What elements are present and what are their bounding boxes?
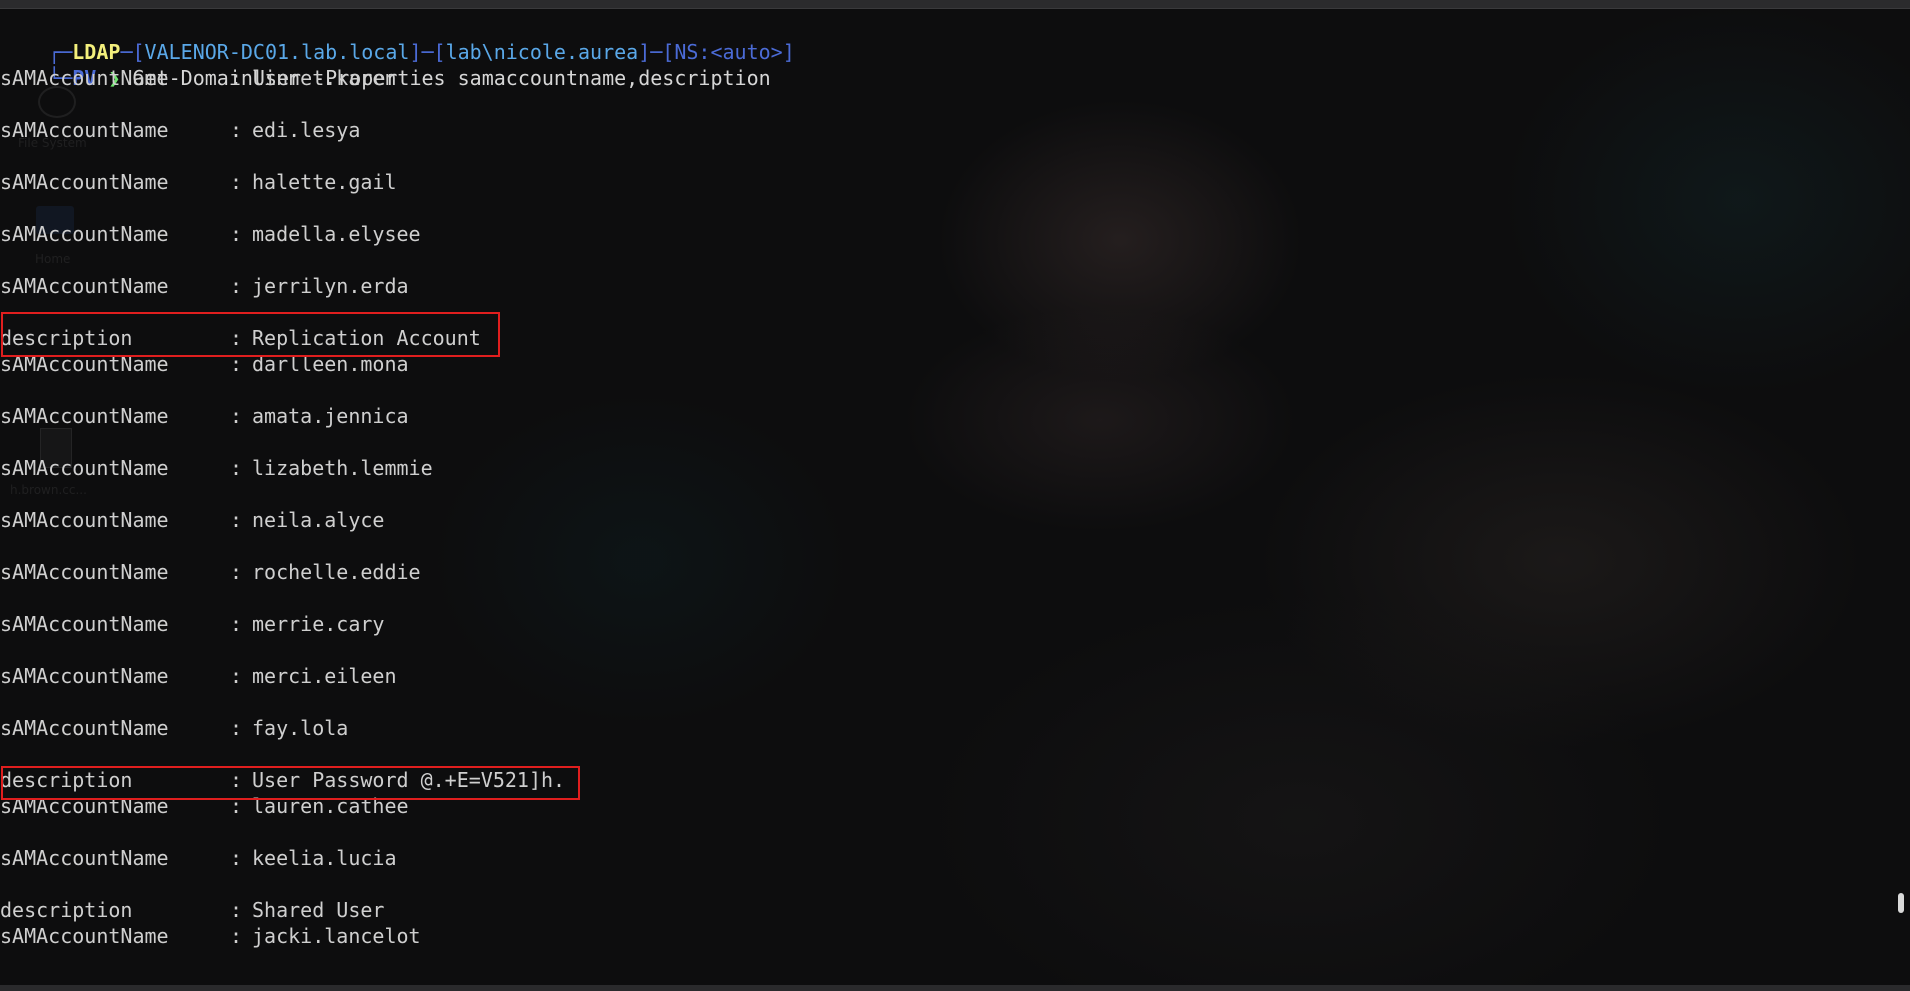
output-key: sAMAccountName (0, 716, 169, 740)
output-separator: : (230, 898, 243, 922)
output-value: jerrilyn.erda (252, 274, 409, 298)
output-samaccountname-line: sAMAccountName: neila.alyce (0, 507, 384, 533)
output-key: sAMAccountName (0, 846, 169, 870)
prompt-command-line: └─PV ❯ Get-DomainUser -Properties samacc… (0, 39, 771, 90)
output-separator: : (230, 560, 243, 584)
output-key: sAMAccountName (0, 222, 169, 246)
highlight-box-replication (1, 312, 500, 357)
output-samaccountname-line: sAMAccountName: merrie.cary (0, 611, 384, 637)
output-separator: : (230, 118, 243, 142)
output-key: sAMAccountName (0, 924, 169, 948)
output-samaccountname-line: sAMAccountName: jerrilyn.erda (0, 273, 409, 299)
output-separator: : (230, 716, 243, 740)
highlight-box-password (1, 766, 580, 800)
output-key: sAMAccountName (0, 66, 169, 90)
output-samaccountname-line: sAMAccountName: fay.lola (0, 715, 348, 741)
output-value: merrie.cary (252, 612, 385, 636)
output-separator: : (230, 846, 243, 870)
output-key: sAMAccountName (0, 456, 169, 480)
output-separator: : (230, 274, 243, 298)
output-separator: : (230, 924, 243, 948)
output-value: keelia.lucia (252, 846, 397, 870)
output-samaccountname-line: sAMAccountName: linnet.karen (0, 65, 397, 91)
output-key: sAMAccountName (0, 612, 169, 636)
scrollbar-thumb[interactable] (1898, 893, 1904, 913)
output-samaccountname-line: sAMAccountName: merci.eileen (0, 663, 397, 689)
output-key: sAMAccountName (0, 170, 169, 194)
output-samaccountname-line: sAMAccountName: madella.elysee (0, 221, 421, 247)
output-samaccountname-line: sAMAccountName: lizabeth.lemmie (0, 455, 433, 481)
output-value: lizabeth.lemmie (252, 456, 433, 480)
output-separator: : (230, 222, 243, 246)
output-value: edi.lesya (252, 118, 361, 142)
output-key: sAMAccountName (0, 404, 169, 428)
output-value: halette.gail (252, 170, 397, 194)
output-value: jacki.lancelot (252, 924, 421, 948)
output-value: merci.eileen (252, 664, 397, 688)
window-bottom-border (0, 985, 1910, 991)
output-value: linnet.karen (252, 66, 397, 90)
output-key: sAMAccountName (0, 664, 169, 688)
output-value: Shared User (252, 898, 385, 922)
prompt-header: ┌─LDAP─[VALENOR-DC01.lab.local]─[lab\nic… (0, 13, 795, 64)
output-samaccountname-line: sAMAccountName: keelia.lucia (0, 845, 397, 871)
output-description-line: description: Shared User (0, 897, 384, 923)
window-top-border (0, 0, 1910, 9)
output-samaccountname-line: sAMAccountName: halette.gail (0, 169, 397, 195)
output-key: description (0, 898, 133, 922)
output-samaccountname-line: sAMAccountName: jacki.lancelot (0, 923, 421, 949)
output-separator: : (230, 66, 243, 90)
output-samaccountname-line: sAMAccountName: amata.jennica (0, 403, 409, 429)
output-samaccountname-line: sAMAccountName: rochelle.eddie (0, 559, 421, 585)
bracket: ] (782, 40, 795, 64)
output-key: sAMAccountName (0, 560, 169, 584)
terminal-window[interactable]: File System Home h.brown.cc... ┌─LDAP─[V… (0, 0, 1910, 991)
home-label: Home (35, 252, 71, 266)
output-separator: : (230, 612, 243, 636)
output-separator: : (230, 664, 243, 688)
output-separator: : (230, 456, 243, 480)
output-value: fay.lola (252, 716, 349, 740)
output-samaccountname-line: sAMAccountName: edi.lesya (0, 117, 360, 143)
output-key: sAMAccountName (0, 508, 169, 532)
output-separator: : (230, 508, 243, 532)
output-separator: : (230, 404, 243, 428)
output-value: neila.alyce (252, 508, 385, 532)
output-value: amata.jennica (252, 404, 409, 428)
output-value: madella.elysee (252, 222, 421, 246)
output-value: rochelle.eddie (252, 560, 421, 584)
output-key: sAMAccountName (0, 274, 169, 298)
output-separator: : (230, 170, 243, 194)
file-label: h.brown.cc... (10, 483, 87, 497)
output-key: sAMAccountName (0, 118, 169, 142)
